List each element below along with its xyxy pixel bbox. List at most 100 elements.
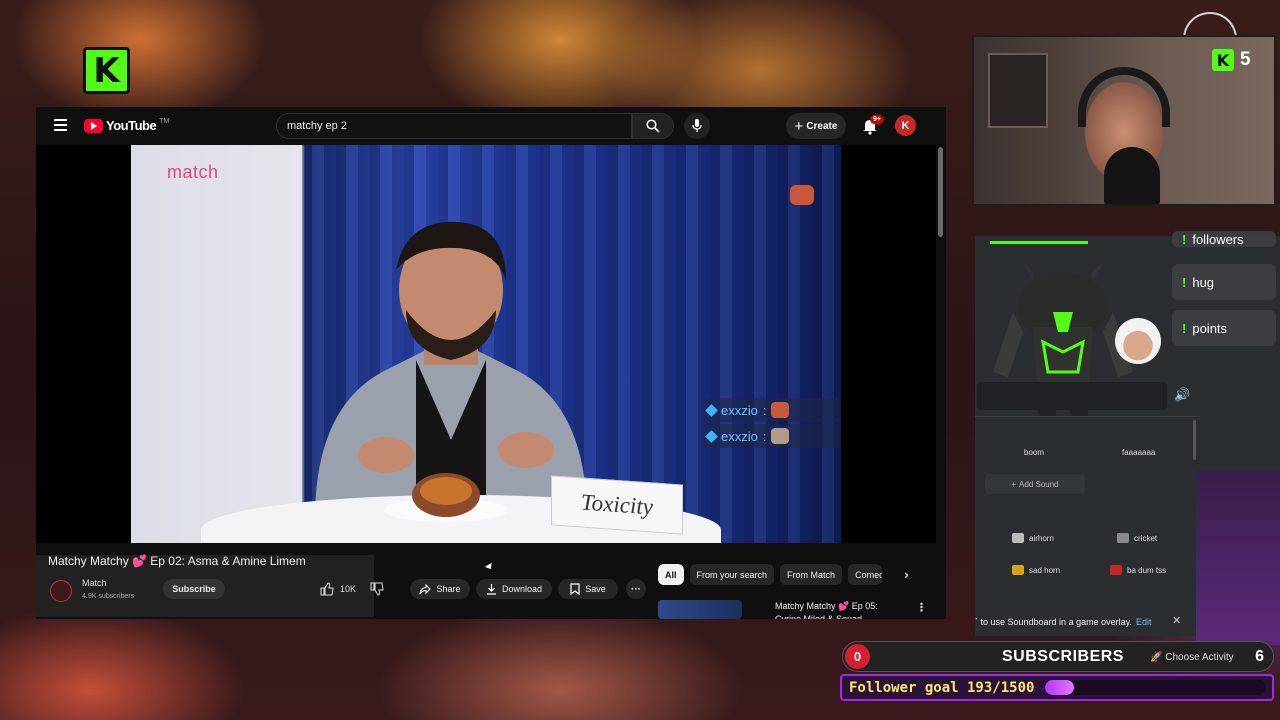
- toxicity-card: Toxicity: [551, 475, 683, 535]
- more-icon[interactable]: ···: [626, 579, 646, 599]
- chevron-right-icon[interactable]: ›: [904, 568, 909, 582]
- badge-gem-icon: [705, 429, 718, 443]
- follower-goal-label: Follower goal 193/1500: [849, 680, 1035, 696]
- chat-separator: :: [762, 428, 767, 444]
- search-input[interactable]: matchy ep 2: [276, 113, 632, 139]
- command-label: points: [1192, 320, 1228, 336]
- volume-icon[interactable]: 🔊: [1174, 388, 1190, 403]
- youtube-logo[interactable]: YouTube TM: [84, 118, 169, 133]
- soundboard-scrollbar[interactable]: [1193, 420, 1196, 460]
- food-plate: [384, 473, 508, 522]
- dislike-icon[interactable]: [370, 582, 384, 596]
- menu-icon[interactable]: [54, 119, 67, 131]
- command-prefix: !: [1182, 231, 1187, 247]
- channel-name[interactable]: Match: [82, 578, 107, 588]
- add-sound-button[interactable]: + Add Sound: [985, 474, 1085, 494]
- command-followers: ! followers: [1172, 231, 1276, 247]
- voice-search-button[interactable]: [684, 113, 710, 139]
- sound-boom[interactable]: boom: [1024, 448, 1044, 457]
- channel-avatar[interactable]: [50, 580, 72, 602]
- share-label: Share: [436, 584, 461, 594]
- emote-icon: [771, 428, 790, 444]
- add-sound-label: Add Sound: [1019, 479, 1059, 489]
- close-icon[interactable]: ✕: [1172, 614, 1181, 627]
- kick-viewer-badge: K 5: [1212, 49, 1251, 71]
- emote-icon: [771, 402, 790, 418]
- choose-activity-button[interactable]: 🚀 Choose Activity: [1150, 652, 1234, 663]
- chat-message: exxzio :: [704, 424, 840, 448]
- divider: [975, 416, 1200, 417]
- recommendation-chips: All From your search From Match Comedy: [658, 564, 883, 585]
- sound-label: ba dum tss: [1127, 565, 1167, 575]
- command-label: followers: [1192, 231, 1244, 247]
- like-icon[interactable]: [320, 582, 334, 596]
- chat-username: exxzio: [721, 402, 758, 418]
- sound-faaaaaaa[interactable]: faaaaaaa: [1122, 448, 1155, 457]
- command-prefix: !: [1182, 320, 1187, 336]
- emote-sticker: [790, 185, 814, 205]
- purple-decoration: [1196, 470, 1280, 645]
- recommendation-thumbnail[interactable]: [658, 600, 742, 619]
- sound-cricket[interactable]: cricket: [1117, 533, 1157, 543]
- command-points: ! points: [1172, 310, 1276, 346]
- recommendation-title[interactable]: Matchy Matchy 💕 Ep 05: Cyrine Miled & So…: [775, 600, 905, 619]
- sound-label: sad horn: [1029, 565, 1061, 575]
- soundboard-search-input[interactable]: [977, 382, 1167, 410]
- create-label: Create: [806, 120, 838, 132]
- chat-separator: :: [762, 402, 767, 418]
- youtube-logo-text: YouTube: [106, 118, 157, 133]
- sound-label: faaaaaaa: [1122, 448, 1156, 457]
- plus-icon: +: [1011, 479, 1017, 489]
- search-input-value: matchy ep 2: [287, 120, 347, 132]
- mic-icon: [692, 119, 702, 132]
- video-player[interactable]: match Toxicity exxzio: exxzio:: [36, 145, 936, 543]
- page-scrollbar[interactable]: [938, 147, 943, 237]
- follower-goal-bar: Follower goal 193/1500: [840, 674, 1274, 701]
- save-label: Save: [585, 584, 606, 594]
- notification-badge: 9+: [870, 115, 884, 124]
- sound-label: cricket: [1134, 533, 1158, 543]
- account-avatar[interactable]: K: [895, 115, 916, 136]
- share-button[interactable]: Share: [410, 579, 470, 599]
- rocket-icon: 🚀: [1150, 652, 1163, 663]
- download-button[interactable]: Download: [476, 579, 552, 599]
- download-icon: [486, 584, 496, 595]
- share-icon: [419, 583, 432, 594]
- save-icon: [570, 583, 580, 595]
- kick-logo: K: [83, 47, 130, 94]
- chip-from-your-search[interactable]: From your search: [689, 564, 775, 585]
- recommendation-menu-icon[interactable]: ⋮: [916, 601, 927, 614]
- sound-airhorn[interactable]: airhorn: [1012, 533, 1054, 543]
- plus-icon: +: [794, 117, 804, 135]
- microphone: [1104, 147, 1160, 204]
- viewer-count: 5: [1240, 49, 1251, 70]
- subscribers-label: SUBSCRIBERS: [1002, 648, 1124, 665]
- like-dislike-group: 10K: [320, 579, 400, 599]
- subscribers-count: 0: [845, 644, 870, 669]
- sound-ba-dum-tss[interactable]: ba dum tss: [1110, 565, 1166, 575]
- save-button[interactable]: Save: [558, 579, 618, 599]
- sound-sad-horn[interactable]: sad horn: [1012, 565, 1060, 575]
- video-frame: match Toxicity: [131, 145, 841, 543]
- video-title: Matchy Matchy 💕 Ep 02: Asma & Amine Lime…: [48, 554, 306, 568]
- drum-icon: [1110, 565, 1122, 575]
- youtube-window: YouTube TM matchy ep 2 + Create 9+ K mat…: [36, 107, 946, 619]
- chip-all[interactable]: All: [658, 564, 684, 585]
- youtube-play-icon: [84, 118, 103, 133]
- soundboard-edit-link[interactable]: Edit: [1136, 617, 1152, 627]
- search-button[interactable]: [632, 113, 674, 139]
- chat-message: exxzio :: [704, 398, 840, 422]
- airhorn-icon: [1012, 533, 1024, 543]
- youtube-header: YouTube TM matchy ep 2 + Create 9+ K: [36, 107, 946, 145]
- horn-icon: [1012, 565, 1024, 575]
- kick-icon: K: [1212, 49, 1234, 71]
- command-hug: ! hug: [1172, 264, 1276, 300]
- choose-activity-label: Choose Activity: [1165, 652, 1234, 663]
- cricket-icon: [1117, 533, 1129, 543]
- headphones: [1078, 67, 1170, 127]
- chip-from-match[interactable]: From Match: [780, 564, 843, 585]
- sound-label: airhorn: [1029, 533, 1054, 543]
- subscribe-button[interactable]: Subscribe: [163, 579, 225, 599]
- chip-comedy[interactable]: Comedy: [848, 564, 883, 585]
- create-button[interactable]: + Create: [786, 113, 846, 139]
